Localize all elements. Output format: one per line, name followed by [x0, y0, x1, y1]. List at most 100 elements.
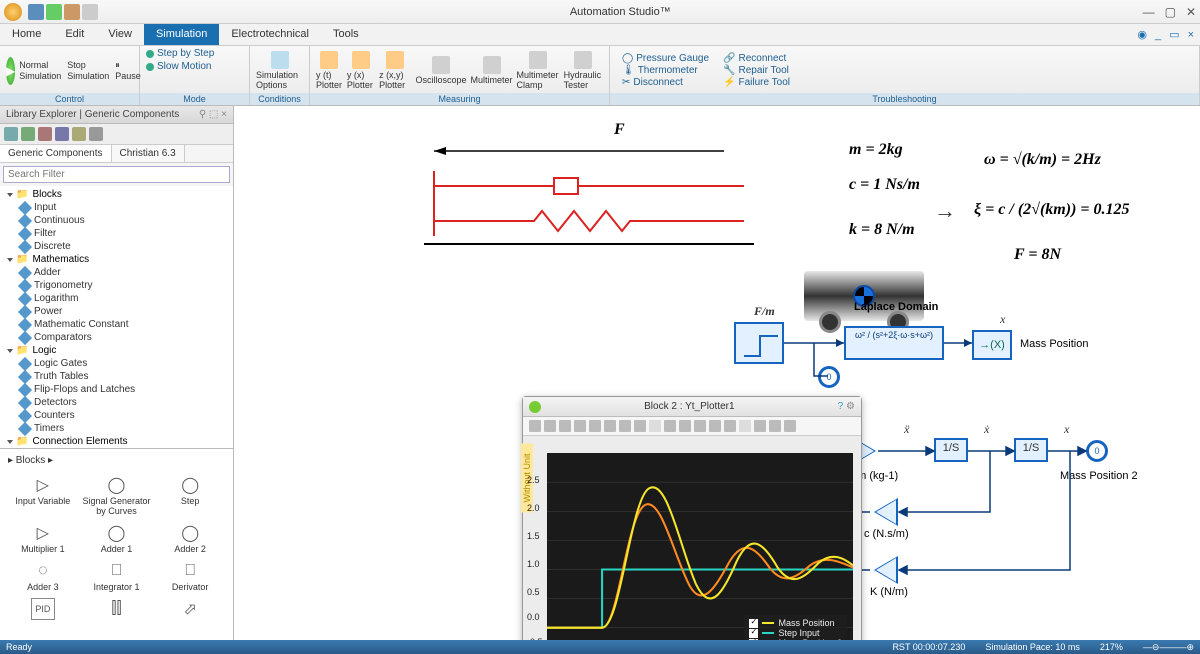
palette-item[interactable]: ⎕Derivator	[155, 560, 225, 592]
plotter-window[interactable]: Block 2 : Yt_Plotter1 ? ⚙ Without Unit	[522, 396, 862, 640]
tree-item[interactable]: Continuous	[0, 214, 233, 227]
tree-item[interactable]: Discrete	[0, 240, 233, 253]
tree-item[interactable]: Power	[0, 305, 233, 318]
thermometer-button[interactable]: 🌡 Thermometer	[622, 65, 709, 76]
plotter-toolbar[interactable]	[523, 417, 861, 436]
zoom-slider[interactable]: —⊖———⊕	[1143, 642, 1194, 653]
simulation-options-button[interactable]: Simulation Options	[256, 51, 303, 90]
normal-simulation-button[interactable]: Normal Simulation	[19, 60, 61, 82]
tree-item[interactable]: Trigonometry	[0, 279, 233, 292]
yx-plotter-button[interactable]: y (x) Plotter	[347, 51, 375, 90]
palette-item[interactable]: PIDPID	[8, 598, 78, 630]
status-zoom[interactable]: 217%	[1100, 642, 1123, 653]
qat-undo-icon[interactable]	[46, 4, 62, 20]
stop-simulation-button[interactable]: Stop Simulation	[67, 60, 109, 82]
panel-tab-generic[interactable]: Generic Components	[0, 145, 112, 162]
window-min-icon[interactable]: _	[1155, 29, 1161, 41]
maximize-button[interactable]: ▢	[1165, 5, 1176, 19]
reconnect-button[interactable]: 🔗 Reconnect	[723, 53, 790, 64]
status-bar: Ready RST 00:00:07.230 Simulation Pace: …	[0, 640, 1200, 654]
tab-simulation[interactable]: Simulation	[144, 24, 219, 45]
plotter-settings-icon[interactable]: ⚙	[846, 401, 855, 412]
palette-item[interactable]: ◌Adder 3	[8, 560, 78, 592]
palette-item[interactable]: ◯Signal Generator by Curves	[82, 474, 152, 516]
pause-button[interactable]: ⏸ Pause	[115, 60, 141, 82]
hydraulic-tester-button[interactable]: Hydraulic Tester	[564, 51, 603, 90]
panel-toolbar[interactable]	[0, 124, 233, 145]
palette-breadcrumb[interactable]: ▸ Blocks ▸	[4, 453, 229, 468]
zxy-plotter-button[interactable]: z (x,y) Plotter	[379, 51, 411, 90]
palette-item[interactable]: ⫿⫿	[82, 598, 152, 630]
minimize-button[interactable]: —	[1143, 5, 1155, 19]
eq-k: k = 8 N/m	[849, 221, 915, 239]
qat-save-icon[interactable]	[28, 4, 44, 20]
library-explorer-panel: Library Explorer | Generic Components ⚲ …	[0, 106, 234, 640]
window-close-icon[interactable]: ×	[1188, 29, 1194, 41]
tree-item[interactable]: Comparators	[0, 331, 233, 344]
multimeter-button[interactable]: Multimeter	[471, 56, 513, 85]
arrow-icon: →	[934, 198, 956, 224]
tree-group-math[interactable]: 📁 Mathematics	[0, 253, 233, 266]
tab-tools[interactable]: Tools	[321, 24, 371, 45]
window-restore-icon[interactable]: ▭	[1169, 28, 1179, 41]
tree-group-logic[interactable]: 📁 Logic	[0, 344, 233, 357]
palette-item[interactable]: ⎕Integrator 1	[82, 560, 152, 592]
slow-motion-button[interactable]: Slow Motion	[146, 61, 211, 72]
label-laplace: Laplace Domain	[854, 301, 938, 313]
failure-tool-button[interactable]: ⚡ Failure Tool	[723, 77, 790, 88]
palette-item[interactable]: ⬀	[155, 598, 225, 630]
palette-item[interactable]: ◯Adder 1	[82, 522, 152, 554]
oscilloscope-button[interactable]: Oscilloscope	[415, 56, 466, 85]
tree-item[interactable]: Truth Tables	[0, 370, 233, 383]
tree-item[interactable]: Timers	[0, 422, 233, 435]
label-mass-position: Mass Position	[1020, 338, 1088, 350]
pressure-gauge-button[interactable]: ◯ Pressure Gauge	[622, 53, 709, 64]
tab-edit[interactable]: Edit	[53, 24, 96, 45]
tree-item[interactable]: Logic Gates	[0, 357, 233, 370]
ytick: 1.5	[527, 531, 540, 541]
qat-redo-icon[interactable]	[64, 4, 80, 20]
tree-item[interactable]: Adder	[0, 266, 233, 279]
palette-item[interactable]: ▷Multiplier 1	[8, 522, 78, 554]
palette-item[interactable]: ◯Adder 2	[155, 522, 225, 554]
mass-cart	[804, 271, 924, 321]
tree-group-blocks[interactable]: 📁 Blocks	[0, 188, 233, 201]
step-by-step-button[interactable]: Step by Step	[146, 48, 214, 59]
panel-controls[interactable]: ⚲ ⬚ ×	[199, 109, 227, 120]
tree-item[interactable]: Mathematic Constant	[0, 318, 233, 331]
yt-plotter-button[interactable]: y (t) Plotter	[316, 51, 343, 90]
tree-item[interactable]: Filter	[0, 227, 233, 240]
plotter-run-icon[interactable]	[529, 401, 541, 413]
tree-item[interactable]: Detectors	[0, 396, 233, 409]
palette-item[interactable]: ◯Step	[155, 474, 225, 516]
search-input[interactable]	[3, 166, 230, 183]
tree-item[interactable]: Flip-Flops and Latches	[0, 383, 233, 396]
plot-area[interactable]: 2.5 2.0 1.5 1.0 0.5 0.0 -0.5	[547, 453, 853, 640]
help-icon[interactable]: ◉	[1137, 28, 1147, 41]
titlebar: Automation Studio™ — ▢ ✕	[0, 0, 1200, 24]
qat-more-icon[interactable]	[82, 4, 98, 20]
play-button[interactable]: ▶	[6, 57, 15, 85]
plotter-help-icon[interactable]: ?	[838, 401, 846, 412]
component-tree[interactable]: 📁 Blocks Input Continuous Filter Discret…	[0, 186, 233, 448]
quick-access-toolbar[interactable]	[28, 4, 98, 20]
close-button[interactable]: ✕	[1186, 5, 1196, 19]
tree-item[interactable]: Input	[0, 201, 233, 214]
disconnect-button[interactable]: ✂ Disconnect	[622, 77, 709, 88]
step-block[interactable]	[734, 322, 784, 364]
panel-tab-project[interactable]: Christian 6.3	[112, 145, 185, 162]
group-conditions-label: Conditions	[250, 93, 309, 105]
diagram-canvas[interactable]: F m = 2kg c = 1 Ns/m k = 8 N/m → ω = √(k…	[234, 106, 1200, 640]
repair-tool-button[interactable]: 🔧 Repair Tool	[723, 65, 790, 76]
tree-item[interactable]: Logarithm	[0, 292, 233, 305]
tree-item[interactable]: Counters	[0, 409, 233, 422]
multimeter-clamp-button[interactable]: Multimeter Clamp	[517, 51, 560, 90]
ytick: 2.0	[527, 503, 540, 513]
tree-group-connection[interactable]: 📁 Connection Elements	[0, 435, 233, 448]
eq-omega: ω = √(k/m) = 2Hz	[984, 151, 1101, 169]
tab-electrotechnical[interactable]: Electrotechnical	[219, 24, 321, 45]
tab-view[interactable]: View	[96, 24, 144, 45]
plot-legend[interactable]: Mass Position Step Input Mass Position 2	[744, 615, 847, 640]
tab-home[interactable]: Home	[0, 24, 53, 45]
palette-item[interactable]: ▷Input Variable	[8, 474, 78, 516]
